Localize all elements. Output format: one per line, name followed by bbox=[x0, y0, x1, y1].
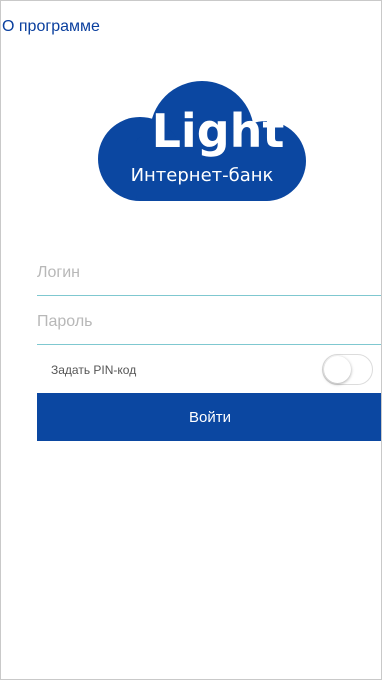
bank-logo: Light Интернет-банк bbox=[98, 81, 306, 201]
logo-tagline-text: Интернет-банк bbox=[131, 165, 274, 186]
pin-label: Задать PIN-код bbox=[51, 363, 137, 377]
logo-brand-text: Light bbox=[152, 104, 285, 158]
password-input[interactable] bbox=[37, 300, 381, 345]
login-button[interactable]: Войти bbox=[37, 393, 381, 441]
about-link[interactable]: О программе bbox=[2, 18, 100, 36]
toggle-knob bbox=[324, 356, 351, 383]
pin-toggle[interactable] bbox=[322, 354, 373, 385]
login-input[interactable] bbox=[37, 251, 381, 296]
login-screen: О программе Light Интернет-банк Задать P… bbox=[0, 0, 382, 680]
